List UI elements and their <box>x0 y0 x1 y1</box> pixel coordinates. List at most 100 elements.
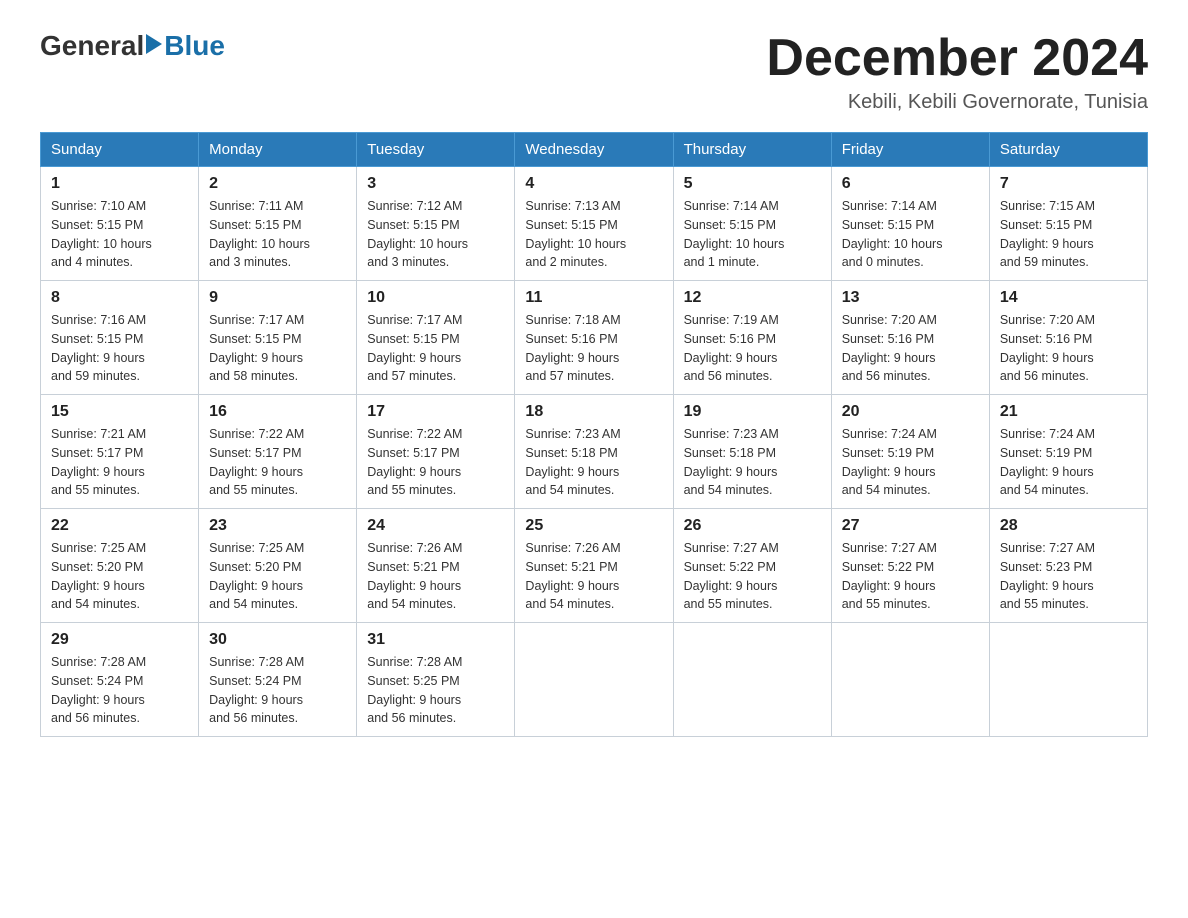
calendar-cell: 28Sunrise: 7:27 AMSunset: 5:23 PMDayligh… <box>989 509 1147 623</box>
day-number: 7 <box>1000 175 1137 193</box>
day-info: Sunrise: 7:26 AMSunset: 5:21 PMDaylight:… <box>525 539 662 614</box>
calendar-cell: 29 Sunrise: 7:28 AMSunset: 5:24 PMDayligh… <box>41 623 199 737</box>
day-info: Sunrise: 7:12 AMSunset: 5:15 PMDaylight:… <box>367 197 504 272</box>
day-info: Sunrise: 7:17 AMSunset: 5:15 PMDaylight:… <box>367 311 504 386</box>
day-number: 14 <box>1000 289 1137 307</box>
calendar-week-row: 1 Sunrise: 7:10 AMSunset: 5:15 PMDaylight… <box>41 167 1148 281</box>
day-info: Sunrise: 7:13 AMSunset: 5:15 PMDaylight:… <box>525 197 662 272</box>
calendar-cell: 24 Sunrise: 7:26 AMSunset: 5:21 PMDayligh… <box>357 509 515 623</box>
calendar-cell: 20 Sunrise: 7:24 AMSunset: 5:19 PMDayligh… <box>831 395 989 509</box>
day-info: Sunrise: 7:15 AMSunset: 5:15 PMDaylight:… <box>1000 197 1137 272</box>
calendar-cell: 17Sunrise: 7:22 AMSunset: 5:17 PMDayligh… <box>357 395 515 509</box>
day-number: 10 <box>367 289 504 307</box>
logo-general-text: General <box>40 30 144 62</box>
calendar-cell: 4 Sunrise: 7:13 AMSunset: 5:15 PMDaylight… <box>515 167 673 281</box>
day-info: Sunrise: 7:23 AMSunset: 5:18 PMDaylight:… <box>525 425 662 500</box>
day-number: 5 <box>684 175 821 193</box>
calendar-header-friday: Friday <box>831 133 989 167</box>
day-info: Sunrise: 7:24 AMSunset: 5:19 PMDaylight:… <box>842 425 979 500</box>
day-info: Sunrise: 7:23 AMSunset: 5:18 PMDaylight:… <box>684 425 821 500</box>
calendar-cell: 14 Sunrise: 7:20 AMSunset: 5:16 PMDayligh… <box>989 281 1147 395</box>
day-number: 11 <box>525 289 662 307</box>
day-info: Sunrise: 7:27 AMSunset: 5:22 PMDaylight:… <box>684 539 821 614</box>
calendar-week-row: 22 Sunrise: 7:25 AMSunset: 5:20 PMDayligh… <box>41 509 1148 623</box>
calendar-cell <box>673 623 831 737</box>
calendar-cell: 26Sunrise: 7:27 AMSunset: 5:22 PMDayligh… <box>673 509 831 623</box>
calendar-cell <box>989 623 1147 737</box>
day-info: Sunrise: 7:19 AMSunset: 5:16 PMDaylight:… <box>684 311 821 386</box>
day-number: 30 <box>209 631 346 649</box>
day-info: Sunrise: 7:16 AMSunset: 5:15 PMDaylight:… <box>51 311 188 386</box>
day-number: 31 <box>367 631 504 649</box>
calendar-cell: 16 Sunrise: 7:22 AMSunset: 5:17 PMDayligh… <box>199 395 357 509</box>
calendar-cell: 11 Sunrise: 7:18 AMSunset: 5:16 PMDayligh… <box>515 281 673 395</box>
day-info: Sunrise: 7:28 AMSunset: 5:24 PMDaylight:… <box>209 653 346 728</box>
calendar-cell: 8 Sunrise: 7:16 AMSunset: 5:15 PMDaylight… <box>41 281 199 395</box>
title-area: December 2024 Kebili, Kebili Governorate… <box>766 30 1148 114</box>
calendar-cell: 9 Sunrise: 7:17 AMSunset: 5:15 PMDaylight… <box>199 281 357 395</box>
day-info: Sunrise: 7:17 AMSunset: 5:15 PMDaylight:… <box>209 311 346 386</box>
day-number: 20 <box>842 403 979 421</box>
calendar-cell: 7 Sunrise: 7:15 AMSunset: 5:15 PMDaylight… <box>989 167 1147 281</box>
day-number: 21 <box>1000 403 1137 421</box>
logo-blue-text: Blue <box>164 30 225 62</box>
calendar-week-row: 8 Sunrise: 7:16 AMSunset: 5:15 PMDaylight… <box>41 281 1148 395</box>
day-info: Sunrise: 7:28 AMSunset: 5:24 PMDaylight:… <box>51 653 188 728</box>
calendar-cell: 15Sunrise: 7:21 AMSunset: 5:17 PMDayligh… <box>41 395 199 509</box>
day-number: 22 <box>51 517 188 535</box>
calendar-header-wednesday: Wednesday <box>515 133 673 167</box>
calendar-cell: 2Sunrise: 7:11 AMSunset: 5:15 PMDaylight… <box>199 167 357 281</box>
day-number: 3 <box>367 175 504 193</box>
calendar-cell: 19Sunrise: 7:23 AMSunset: 5:18 PMDayligh… <box>673 395 831 509</box>
day-info: Sunrise: 7:26 AMSunset: 5:21 PMDaylight:… <box>367 539 504 614</box>
calendar-cell <box>515 623 673 737</box>
day-info: Sunrise: 7:22 AMSunset: 5:17 PMDaylight:… <box>209 425 346 500</box>
day-info: Sunrise: 7:14 AMSunset: 5:15 PMDaylight:… <box>842 197 979 272</box>
calendar-week-row: 29 Sunrise: 7:28 AMSunset: 5:24 PMDayligh… <box>41 623 1148 737</box>
main-title: December 2024 <box>766 30 1148 87</box>
day-number: 16 <box>209 403 346 421</box>
day-number: 25 <box>525 517 662 535</box>
calendar-cell: 25 Sunrise: 7:26 AMSunset: 5:21 PMDayligh… <box>515 509 673 623</box>
day-info: Sunrise: 7:27 AMSunset: 5:23 PMDaylight:… <box>1000 539 1137 614</box>
calendar-cell: 23 Sunrise: 7:25 AMSunset: 5:20 PMDayligh… <box>199 509 357 623</box>
logo: General Blue <box>40 30 225 62</box>
calendar-cell: 21 Sunrise: 7:24 AMSunset: 5:19 PMDayligh… <box>989 395 1147 509</box>
calendar-cell: 18 Sunrise: 7:23 AMSunset: 5:18 PMDayligh… <box>515 395 673 509</box>
day-number: 1 <box>51 175 188 193</box>
day-info: Sunrise: 7:14 AMSunset: 5:15 PMDaylight:… <box>684 197 821 272</box>
day-number: 29 <box>51 631 188 649</box>
day-info: Sunrise: 7:18 AMSunset: 5:16 PMDaylight:… <box>525 311 662 386</box>
logo-arrow-icon <box>146 34 162 54</box>
day-info: Sunrise: 7:25 AMSunset: 5:20 PMDaylight:… <box>51 539 188 614</box>
calendar-cell <box>831 623 989 737</box>
day-number: 27 <box>842 517 979 535</box>
calendar-cell: 30 Sunrise: 7:28 AMSunset: 5:24 PMDayligh… <box>199 623 357 737</box>
day-info: Sunrise: 7:22 AMSunset: 5:17 PMDaylight:… <box>367 425 504 500</box>
calendar-header-tuesday: Tuesday <box>357 133 515 167</box>
calendar-cell: 31Sunrise: 7:28 AMSunset: 5:25 PMDayligh… <box>357 623 515 737</box>
calendar-cell: 12Sunrise: 7:19 AMSunset: 5:16 PMDayligh… <box>673 281 831 395</box>
day-number: 8 <box>51 289 188 307</box>
calendar-header-monday: Monday <box>199 133 357 167</box>
day-number: 24 <box>367 517 504 535</box>
calendar-cell: 22 Sunrise: 7:25 AMSunset: 5:20 PMDayligh… <box>41 509 199 623</box>
calendar-cell: 13Sunrise: 7:20 AMSunset: 5:16 PMDayligh… <box>831 281 989 395</box>
calendar-cell: 3 Sunrise: 7:12 AMSunset: 5:15 PMDaylight… <box>357 167 515 281</box>
day-number: 4 <box>525 175 662 193</box>
day-number: 18 <box>525 403 662 421</box>
day-number: 9 <box>209 289 346 307</box>
page-header: General Blue December 2024 Kebili, Kebil… <box>40 30 1148 114</box>
day-info: Sunrise: 7:20 AMSunset: 5:16 PMDaylight:… <box>1000 311 1137 386</box>
calendar-header-thursday: Thursday <box>673 133 831 167</box>
calendar-week-row: 15Sunrise: 7:21 AMSunset: 5:17 PMDayligh… <box>41 395 1148 509</box>
subtitle: Kebili, Kebili Governorate, Tunisia <box>766 91 1148 114</box>
calendar-header-sunday: Sunday <box>41 133 199 167</box>
day-info: Sunrise: 7:24 AMSunset: 5:19 PMDaylight:… <box>1000 425 1137 500</box>
calendar-header-row: SundayMondayTuesdayWednesdayThursdayFrid… <box>41 133 1148 167</box>
day-info: Sunrise: 7:27 AMSunset: 5:22 PMDaylight:… <box>842 539 979 614</box>
day-info: Sunrise: 7:10 AMSunset: 5:15 PMDaylight:… <box>51 197 188 272</box>
day-info: Sunrise: 7:25 AMSunset: 5:20 PMDaylight:… <box>209 539 346 614</box>
day-number: 23 <box>209 517 346 535</box>
day-number: 13 <box>842 289 979 307</box>
